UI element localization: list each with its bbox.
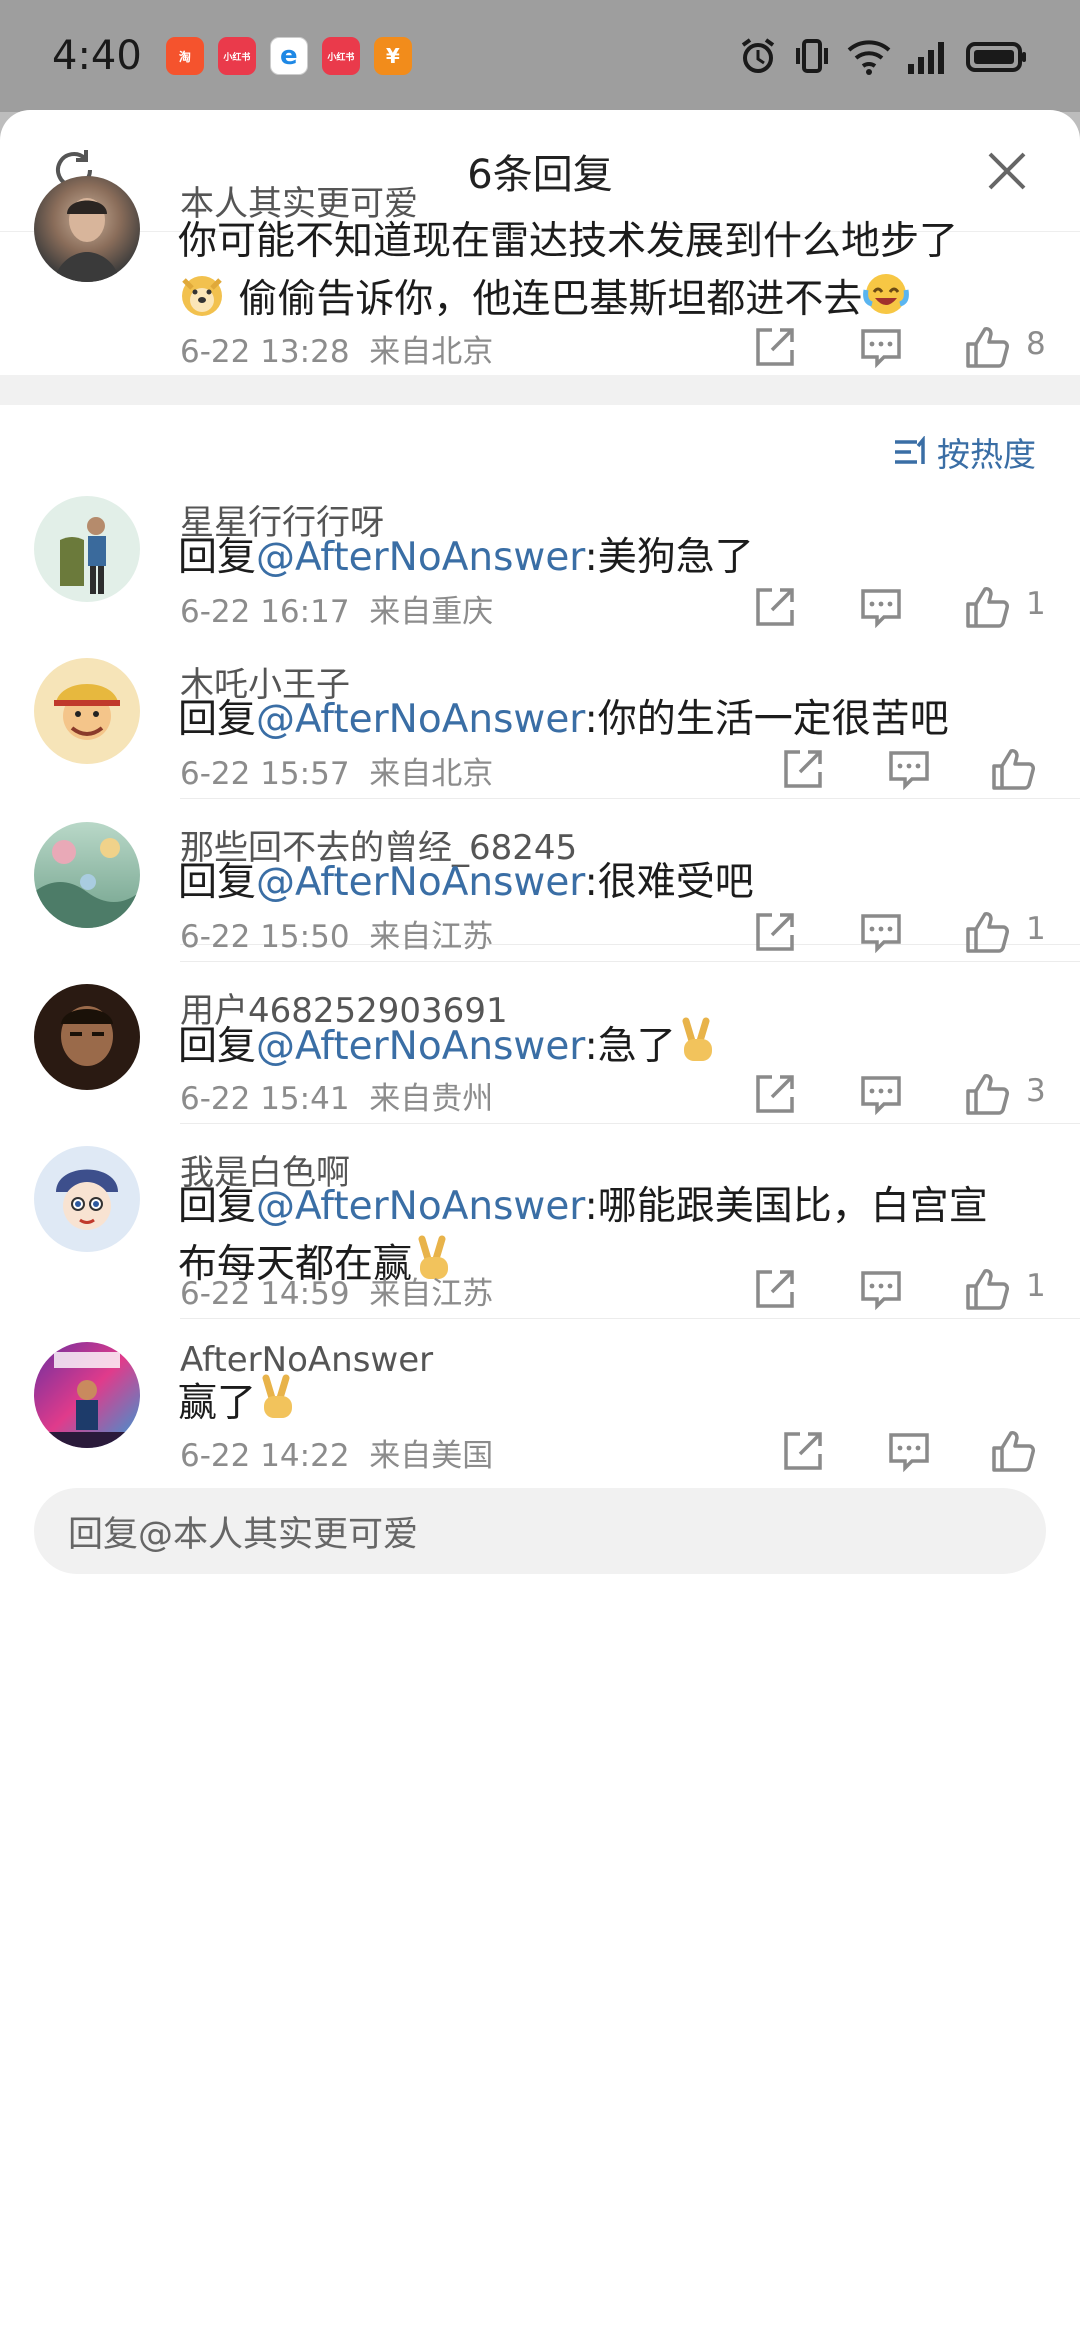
reply-text: 回复@AfterNoAnswer:很难受吧 <box>178 860 754 905</box>
status-icons <box>738 36 1028 76</box>
section-divider <box>0 375 1080 405</box>
comment-icon[interactable] <box>858 909 904 955</box>
person-photo-icon <box>60 517 106 594</box>
scenery-photo-icon <box>34 838 140 928</box>
like-count: 1 <box>1026 586 1046 622</box>
like-icon[interactable] <box>964 584 1010 630</box>
like-count: 1 <box>1026 911 1046 947</box>
comment-text: 你可能不知道现在雷达技术发展到什么地步了 偷偷告诉你，他连巴基斯坦都进不去 <box>178 214 1028 328</box>
vibrate-icon <box>796 39 828 73</box>
like-count: 1 <box>1026 1268 1046 1304</box>
sort-icon <box>895 436 925 464</box>
comment-icon[interactable] <box>886 1428 932 1474</box>
xiaohongshu-icon: 小红书 <box>217 37 256 75</box>
share-icon[interactable] <box>780 1428 826 1474</box>
share-icon[interactable] <box>752 1071 798 1117</box>
replies-sheet: 6条回复 本人其实更可爱 你可能不知道现在雷达技术发展到什么地步了 偷偷告诉你，… <box>0 110 1080 2331</box>
like-icon[interactable] <box>990 746 1036 792</box>
reply-divider <box>180 1123 1080 1124</box>
like-icon[interactable] <box>964 1266 1010 1312</box>
laugh-cry-emoji-icon <box>863 274 910 314</box>
reply-divider <box>180 1318 1080 1319</box>
comment-text-line2-wrap: 偷偷告诉你，他连巴基斯坦都进不去 <box>178 270 1028 328</box>
avatar[interactable] <box>34 658 140 764</box>
person-photo-icon <box>54 198 120 282</box>
avatar[interactable] <box>34 984 140 1090</box>
comment-text-line1: 你可能不知道现在雷达技术发展到什么地步了 <box>178 219 959 264</box>
comment-icon[interactable] <box>886 746 932 792</box>
mention-link[interactable]: @AfterNoAnswer <box>256 535 585 580</box>
status-time: 4:40 <box>52 33 142 79</box>
taobao-icon: 淘 <box>165 37 204 75</box>
person-photo-icon <box>34 1352 140 1448</box>
victory-hand-emoji-icon <box>682 1017 712 1061</box>
like-icon[interactable] <box>964 909 1010 955</box>
wallet-icon: ¥ <box>373 37 412 75</box>
wifi-icon <box>847 40 891 75</box>
mention-link[interactable]: @AfterNoAnswer <box>256 697 585 742</box>
mention-link[interactable]: @AfterNoAnswer <box>256 860 585 905</box>
comment-time: 6-22 13:28 <box>180 334 350 370</box>
comment-location: 来自北京 <box>369 334 494 370</box>
browser-icon: e <box>269 37 308 75</box>
mention-link[interactable]: @AfterNoAnswer <box>256 1184 585 1229</box>
reply-meta: 6-22 15:41 来自贵州 <box>180 1081 494 1117</box>
comment-icon[interactable] <box>858 584 904 630</box>
doge-emoji-icon <box>182 276 222 316</box>
share-icon[interactable] <box>780 746 826 792</box>
xiaohongshu-icon: 小红书 <box>321 37 360 75</box>
person-photo-icon <box>61 1006 113 1066</box>
avatar[interactable] <box>34 176 140 282</box>
reply-meta: 6-22 15:50 来自江苏 <box>180 919 494 955</box>
share-icon[interactable] <box>752 1266 798 1312</box>
comment-icon[interactable] <box>858 1071 904 1117</box>
reply-input-placeholder: 回复@本人其实更可爱 <box>68 1514 419 1555</box>
reply-meta: 6-22 16:17 来自重庆 <box>180 594 494 630</box>
share-icon[interactable] <box>752 584 798 630</box>
sort-toggle[interactable]: 按热度 <box>893 428 1036 476</box>
status-bar: 4:40 淘 小红书 e 小红书 ¥ <box>0 0 1080 112</box>
reply-text: 回复@AfterNoAnswer:美狗急了 <box>178 535 754 580</box>
sort-label: 按热度 <box>937 435 1036 474</box>
reply-text: 回复@AfterNoAnswer:急了 <box>178 1017 1028 1075</box>
like-count: 3 <box>1026 1073 1046 1109</box>
avatar[interactable] <box>34 1342 140 1448</box>
anime-avatar-icon <box>56 1169 118 1230</box>
reply-meta: 6-22 15:57 来自北京 <box>180 756 494 792</box>
battery-icon <box>966 42 1026 72</box>
like-icon[interactable] <box>964 324 1010 370</box>
reply-divider <box>180 961 1080 962</box>
mention-link[interactable]: @AfterNoAnswer <box>256 1024 585 1069</box>
close-icon[interactable] <box>982 146 1032 196</box>
share-icon[interactable] <box>752 324 798 370</box>
reply-meta: 6-22 14:59 来自江苏 <box>180 1276 494 1312</box>
avatar[interactable] <box>34 496 140 602</box>
signal-icon <box>908 42 944 74</box>
cartoon-avatar-icon <box>54 684 120 740</box>
comment-meta: 6-22 13:28 来自北京 <box>180 326 493 371</box>
reply-text: 回复@AfterNoAnswer:你的生活一定很苦吧 <box>178 697 949 742</box>
comment-icon[interactable] <box>858 324 904 370</box>
alarm-icon <box>741 38 775 73</box>
reply-divider <box>180 798 1080 799</box>
like-icon[interactable] <box>964 1071 1010 1117</box>
reply-meta: 6-22 14:22 来自美国 <box>180 1438 494 1474</box>
comment-text-line2: 偷偷告诉你，他连巴基斯坦都进不去 <box>238 277 863 322</box>
reply-input[interactable]: 回复@本人其实更可爱 <box>34 1488 1046 1574</box>
comment-icon[interactable] <box>858 1266 904 1312</box>
reply-text: 赢了 <box>178 1374 1028 1432</box>
victory-hand-emoji-icon <box>262 1374 293 1418</box>
avatar[interactable] <box>34 1146 140 1252</box>
like-count: 8 <box>1026 326 1046 362</box>
avatar[interactable] <box>34 822 140 928</box>
like-icon[interactable] <box>990 1428 1036 1474</box>
share-icon[interactable] <box>752 909 798 955</box>
page-title: 6条回复 <box>467 151 613 198</box>
